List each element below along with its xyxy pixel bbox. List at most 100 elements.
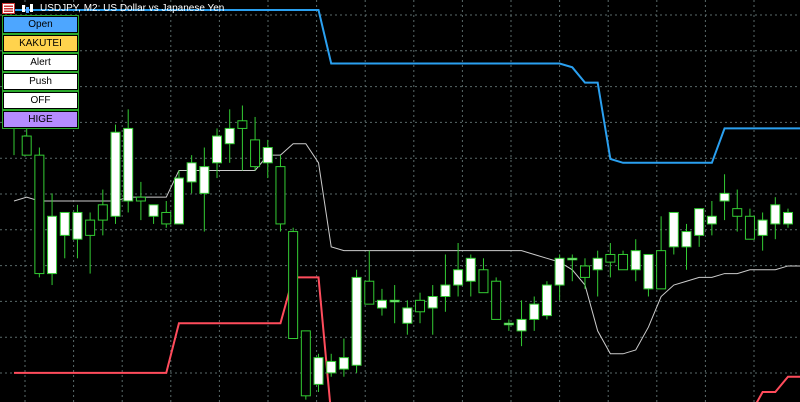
candle	[199, 147, 210, 232]
candle-body	[389, 299, 400, 303]
candle-body	[85, 219, 96, 236]
candle	[643, 253, 654, 297]
candle	[427, 285, 438, 335]
kakutei-button[interactable]: KAKUTEI	[2, 34, 79, 53]
candle-body	[173, 177, 184, 225]
candle-body	[237, 120, 248, 129]
candle	[224, 109, 235, 163]
candle-body	[732, 208, 743, 217]
off-button[interactable]: OFF	[2, 91, 79, 110]
candle	[630, 239, 641, 282]
candle-body	[618, 253, 629, 271]
candle	[300, 330, 311, 400]
candle	[262, 139, 273, 179]
candle-body	[275, 166, 286, 225]
candle	[440, 254, 451, 312]
candle	[605, 243, 616, 278]
candle-body	[541, 284, 552, 317]
candle	[770, 197, 781, 240]
candle-body	[656, 250, 667, 290]
candle-body	[415, 299, 426, 313]
candle-body	[706, 215, 717, 225]
candle	[351, 269, 362, 373]
candle	[326, 353, 337, 377]
candle	[148, 204, 159, 224]
candle	[694, 208, 705, 247]
candle-body	[491, 280, 502, 320]
candle-body	[503, 322, 514, 326]
candle-body	[478, 269, 489, 294]
control-panel: Open KAKUTEI Alert Push OFF HIGE	[2, 15, 79, 129]
candle	[592, 250, 603, 297]
candle-body	[757, 219, 768, 236]
candle-body	[199, 166, 210, 194]
candle-body	[529, 303, 540, 320]
candle-body	[592, 257, 603, 271]
candle-body	[770, 204, 781, 225]
candle-body	[72, 211, 83, 240]
candle	[503, 319, 514, 331]
chart-type-icon[interactable]	[21, 3, 34, 14]
candle-body	[643, 253, 654, 290]
candle-body	[135, 196, 146, 202]
candle-body	[579, 265, 590, 278]
indicator-lines	[13, 9, 800, 402]
price-chart[interactable]	[0, 0, 800, 402]
hige-button[interactable]: HIGE	[2, 110, 79, 129]
candle-body	[212, 135, 223, 164]
candle-body	[97, 204, 108, 221]
candle-body	[364, 280, 375, 305]
candle-body	[744, 215, 755, 240]
candle	[123, 109, 134, 213]
candle	[250, 116, 261, 171]
candle	[668, 211, 679, 255]
candle-body	[783, 211, 793, 225]
candle-body	[288, 231, 299, 340]
candle	[288, 227, 299, 340]
candle-body	[338, 357, 349, 370]
candle	[681, 223, 692, 270]
candle-body	[110, 131, 121, 217]
candle	[478, 258, 489, 294]
candle-body	[262, 147, 273, 164]
open-button[interactable]: Open	[2, 15, 79, 34]
list-menu-icon[interactable]	[2, 2, 15, 14]
candle-body	[719, 192, 730, 202]
chart-titlebar: USDJPY, M2: US Dollar vs Japanese Yen	[2, 1, 224, 15]
candle-body	[427, 296, 438, 309]
candle-body	[250, 139, 261, 168]
candle	[173, 170, 184, 225]
candle	[719, 174, 730, 221]
candle	[744, 208, 755, 240]
candle-body	[440, 284, 451, 298]
candle-body	[516, 318, 527, 332]
candle-body	[402, 307, 413, 324]
candle	[186, 155, 197, 194]
candle-body	[554, 257, 565, 286]
candle-body	[630, 250, 641, 271]
alert-button[interactable]: Alert	[2, 53, 79, 72]
candle-body	[123, 127, 134, 202]
push-button[interactable]: Push	[2, 72, 79, 91]
candle-body	[59, 211, 70, 236]
lower-band-line	[14, 276, 800, 402]
candle-body	[376, 299, 387, 309]
candle	[783, 208, 793, 228]
candle	[465, 254, 476, 297]
candle	[618, 250, 629, 271]
candle-body	[605, 253, 616, 263]
candle-body	[668, 211, 679, 248]
candle	[541, 281, 552, 320]
candle-body	[694, 208, 705, 236]
candle	[135, 181, 146, 221]
candle-body	[453, 269, 464, 286]
candle	[516, 300, 527, 347]
candle	[34, 147, 45, 278]
candle	[732, 189, 743, 232]
candle-body	[148, 204, 159, 217]
candle	[376, 288, 387, 316]
candle-body	[161, 211, 172, 225]
candle	[97, 189, 108, 236]
candle	[656, 216, 667, 290]
candle	[275, 155, 286, 232]
